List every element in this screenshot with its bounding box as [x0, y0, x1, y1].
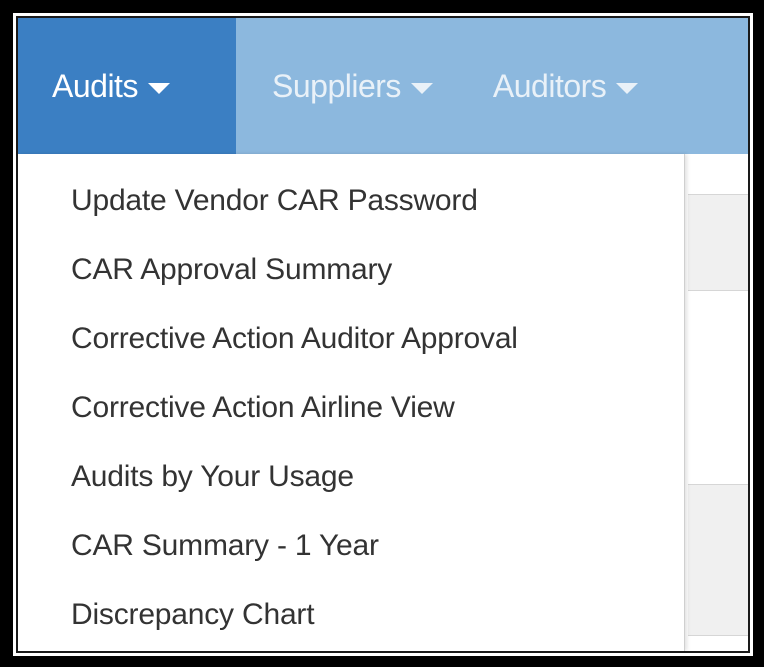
nav-auditors[interactable]: Auditors	[463, 18, 668, 154]
caret-down-icon	[410, 82, 433, 94]
menu-item-update-vendor-car-password[interactable]: Update Vendor CAR Password	[18, 166, 684, 235]
nav-suppliers-label: Suppliers	[272, 67, 401, 104]
nav-suppliers[interactable]: Suppliers	[236, 18, 463, 154]
audits-dropdown-menu: Update Vendor CAR Password CAR Approval …	[18, 154, 685, 651]
nav-auditors-label: Auditors	[492, 67, 607, 104]
menu-item-car-approval-summary[interactable]: CAR Approval Summary	[18, 235, 684, 304]
top-navbar: Audits Suppliers Auditors	[18, 18, 748, 154]
menu-item-audits-by-your-usage[interactable]: Audits by Your Usage	[18, 442, 684, 511]
caret-down-icon	[147, 82, 170, 94]
screenshot-border: Audits Suppliers Auditors Update Vendor …	[10, 10, 756, 659]
nav-audits-label: Audits	[52, 67, 138, 104]
screenshot-frame: Audits Suppliers Auditors Update Vendor …	[0, 0, 764, 667]
menu-item-corrective-action-auditor-approval[interactable]: Corrective Action Auditor Approval	[18, 304, 684, 373]
menu-item-corrective-action-airline-view[interactable]: Corrective Action Airline View	[18, 373, 684, 442]
menu-item-car-summary-1-year[interactable]: CAR Summary - 1 Year	[18, 511, 684, 580]
background-row	[688, 194, 748, 291]
background-row	[688, 484, 748, 636]
nav-audits[interactable]: Audits	[18, 18, 236, 154]
app-viewport: Audits Suppliers Auditors Update Vendor …	[16, 16, 750, 653]
menu-item-discrepancy-chart[interactable]: Discrepancy Chart	[18, 580, 684, 649]
caret-down-icon	[616, 82, 639, 94]
